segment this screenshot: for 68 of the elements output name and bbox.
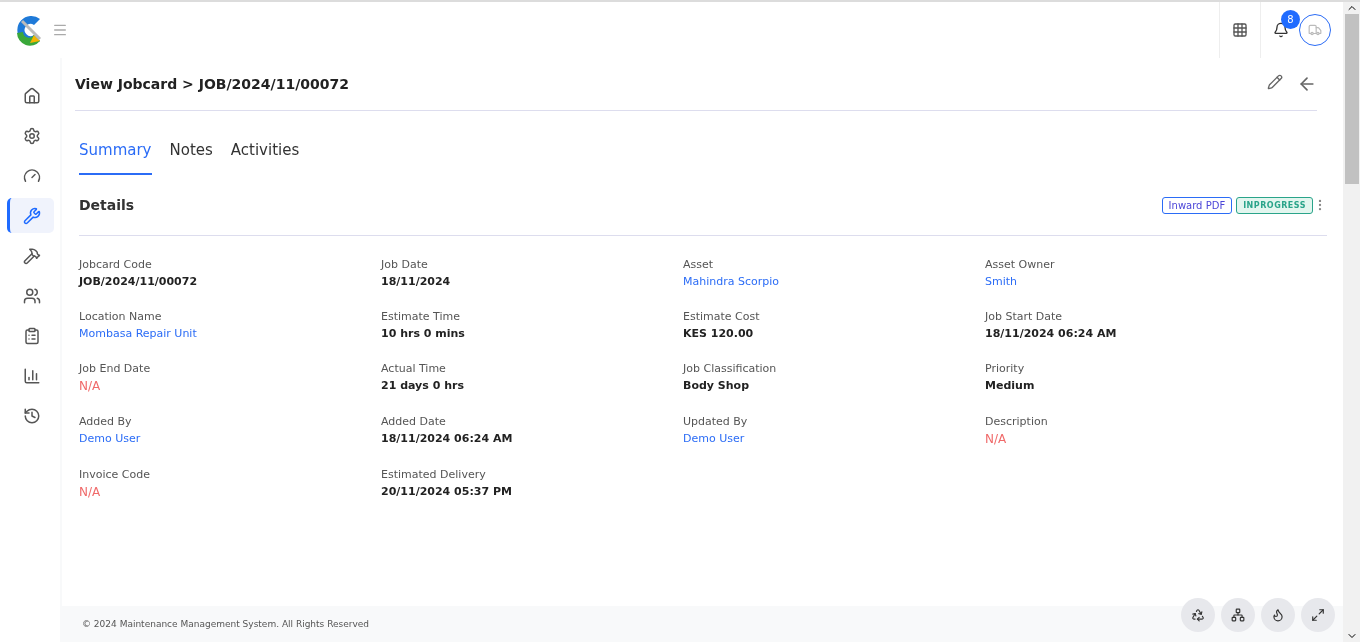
field-value: Medium — [985, 379, 1036, 392]
field-value: 21 days 0 hrs — [381, 379, 465, 392]
field-label: Job Date — [381, 258, 429, 271]
scrollbar[interactable] — [1343, 2, 1360, 642]
field-label: Description — [985, 415, 1049, 428]
field-value: JOB/2024/11/00072 — [79, 275, 199, 288]
field-label: Invoice Code — [79, 468, 151, 481]
bar-chart-icon — [22, 366, 41, 385]
field-value: Body Shop — [683, 379, 750, 392]
recycle-icon — [1191, 608, 1205, 622]
field-label: Asset — [683, 258, 715, 271]
field-value: 20/11/2024 05:37 PM — [381, 485, 513, 498]
notification-count: 8 — [1281, 10, 1300, 29]
hammer-icon — [22, 246, 41, 265]
field-label: Priority — [985, 362, 1026, 375]
field-label: Location Name — [79, 310, 163, 323]
floating-action-button[interactable] — [1261, 598, 1295, 632]
floating-action-button[interactable] — [1221, 598, 1255, 632]
field-label: Job Start Date — [985, 310, 1064, 323]
scroll-thumb[interactable] — [1344, 14, 1359, 184]
field-value: 10 hrs 0 mins — [381, 327, 466, 340]
field-link[interactable]: Mombasa Repair Unit — [79, 327, 381, 340]
field-label: Estimated Delivery — [381, 468, 487, 481]
flame-icon — [1271, 608, 1285, 622]
field-label: Updated By — [683, 415, 749, 428]
tab[interactable]: Summary — [79, 141, 152, 175]
expand-icon — [1311, 608, 1325, 622]
home-icon — [22, 86, 41, 105]
section-title: Details — [79, 197, 135, 213]
edit-icon[interactable] — [1267, 74, 1283, 90]
field-value: KES 120.00 — [683, 327, 755, 340]
field-value: 18/11/2024 06:24 AM — [381, 432, 514, 445]
clipboard-icon — [22, 326, 41, 345]
field-value: N/A — [79, 485, 102, 499]
settings-icon — [22, 126, 41, 145]
field-value: 18/11/2024 06:24 AM — [985, 327, 1118, 340]
tab[interactable]: Activities — [230, 141, 300, 175]
field-label: Estimate Cost — [683, 310, 761, 323]
field-label: Actual Time — [381, 362, 447, 375]
field-link[interactable]: Demo User — [79, 432, 381, 445]
field-label: Asset Owner — [985, 258, 1056, 271]
history-icon — [22, 406, 41, 425]
field-label: Jobcard Code — [79, 258, 153, 271]
field-link[interactable]: Demo User — [683, 432, 985, 445]
field-label: Job Classification — [683, 362, 778, 375]
field-value: 18/11/2024 — [381, 275, 452, 288]
status-badge: INPROGRESS — [1236, 196, 1313, 214]
floating-action-button[interactable] — [1181, 598, 1215, 632]
sidebar-item[interactable] — [6, 198, 54, 233]
field-link[interactable]: Mahindra Scorpio — [683, 275, 985, 288]
inward-pdf-button[interactable]: Inward PDF — [1161, 196, 1233, 214]
notification-bell-icon[interactable] — [1273, 22, 1289, 38]
gauge-icon — [22, 166, 41, 185]
field-label: Job End Date — [79, 362, 152, 375]
field-value: N/A — [79, 379, 102, 393]
field-label: Added By — [79, 415, 133, 428]
users-icon — [22, 286, 41, 305]
floating-action-button[interactable] — [1301, 598, 1335, 632]
field-label: Estimate Time — [381, 310, 461, 323]
network-icon — [1231, 608, 1245, 622]
page-title: View Jobcard > JOB/2024/11/00072 — [75, 76, 349, 92]
apps-grid-icon[interactable] — [1232, 22, 1248, 38]
field-label: Added Date — [381, 415, 447, 428]
copyright-text: © 2024 Maintenance Management System. All Rights Reserved — [82, 619, 370, 629]
wrench-icon — [22, 206, 41, 225]
field-value: N/A — [985, 432, 1008, 446]
tab[interactable]: Notes — [169, 141, 213, 175]
field-link[interactable]: Smith — [985, 275, 1287, 288]
